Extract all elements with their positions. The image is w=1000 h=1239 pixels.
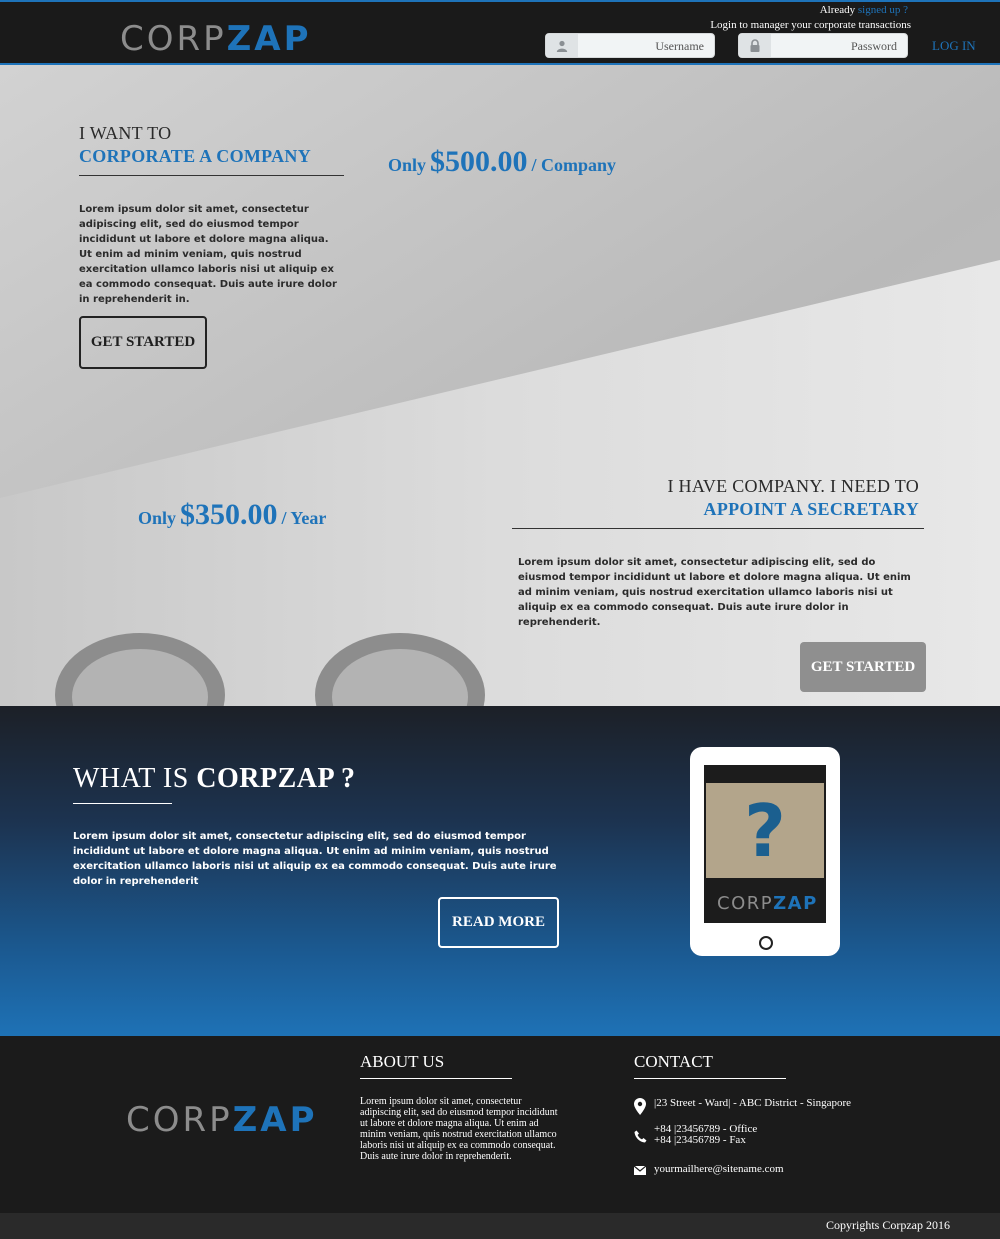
phone-icon — [634, 1130, 647, 1146]
corporate-divider — [79, 175, 344, 176]
site-footer: CORPZAP ABOUT US Lorem ipsum dolor sit a… — [0, 1036, 1000, 1213]
copyright-text: Copyrights Corpzap 2016 — [826, 1218, 950, 1232]
email-link[interactable]: yourmailhere@sitename.com — [654, 1164, 784, 1175]
secretary-description: Lorem ipsum dolor sit amet, consectetur … — [518, 557, 911, 628]
corporate-kicker: I WANT TO — [79, 123, 172, 143]
question-pane: ? — [706, 783, 824, 878]
about-us-divider — [360, 1078, 512, 1079]
signup-prompt: Already signed up ? — [819, 4, 908, 16]
what-is-section: WHAT IS CORPZAP ? Lorem ipsum dolor sit … — [0, 706, 1000, 1036]
user-icon — [546, 34, 578, 57]
about-us-heading: ABOUT US — [360, 1052, 445, 1071]
corporate-description: Lorem ipsum dolor sit amet, consectetur … — [79, 204, 337, 305]
username-field[interactable]: Username — [545, 33, 715, 58]
password-field[interactable]: Password — [738, 33, 908, 58]
password-placeholder: Password — [850, 39, 897, 53]
get-started-corporate-button[interactable]: GET STARTED — [79, 316, 207, 369]
footer-logo[interactable]: CORPZAP — [126, 1103, 318, 1137]
hero-section: I WANT TO CORPORATE A COMPANY Lorem ipsu… — [0, 65, 1000, 706]
username-placeholder: Username — [655, 39, 704, 53]
what-is-divider — [73, 803, 172, 804]
corporate-price: Only $500.00 / Company — [388, 145, 617, 178]
contact-divider — [634, 1078, 786, 1079]
login-hint: Login to manager your corporate transact… — [710, 19, 911, 31]
copyright-bar: Copyrights Corpzap 2016 — [0, 1213, 1000, 1239]
mail-icon — [633, 1165, 647, 1178]
get-started-secretary-button[interactable]: GET STARTED — [800, 642, 926, 692]
corporate-block: I WANT TO CORPORATE A COMPANY Lorem ipsu… — [79, 123, 344, 307]
question-mark-icon: ? — [744, 788, 786, 873]
secretary-kicker: I HAVE COMPANY. I NEED TO — [667, 476, 919, 496]
secretary-price: Only $350.00 / Year — [138, 498, 327, 531]
secretary-divider — [512, 528, 924, 529]
tablet-logo: CORPZAP — [717, 893, 818, 914]
corporate-headline: CORPORATE A COMPANY — [79, 146, 312, 166]
header-logo[interactable]: CORPZAP — [120, 22, 312, 56]
contact-heading: CONTACT — [634, 1052, 713, 1071]
signed-up-link[interactable]: signed up ? — [858, 4, 908, 16]
login-button[interactable]: LOG IN — [932, 38, 976, 54]
secretary-headline: APPOINT A SECRETARY — [703, 499, 919, 519]
tablet-illustration: ? CORPZAP — [690, 747, 840, 956]
what-is-description: Lorem ipsum dolor sit amet, consectetur … — [73, 831, 557, 887]
lock-icon — [739, 34, 771, 57]
secretary-block: I HAVE COMPANY. I NEED TO APPOINT A SECR… — [512, 476, 924, 630]
what-is-title: WHAT IS CORPZAP ? — [73, 763, 356, 794]
about-us-text: Lorem ipsum dolor sit amet, consectetur … — [360, 1096, 558, 1162]
read-more-button[interactable]: READ MORE — [438, 897, 559, 948]
phone-fax: +84 |23456789 - Fax — [654, 1134, 746, 1146]
tablet-home-button-icon — [759, 936, 773, 950]
map-pin-icon — [634, 1098, 646, 1118]
site-header: CORPZAP Already signed up ? Login to man… — [0, 0, 1000, 65]
